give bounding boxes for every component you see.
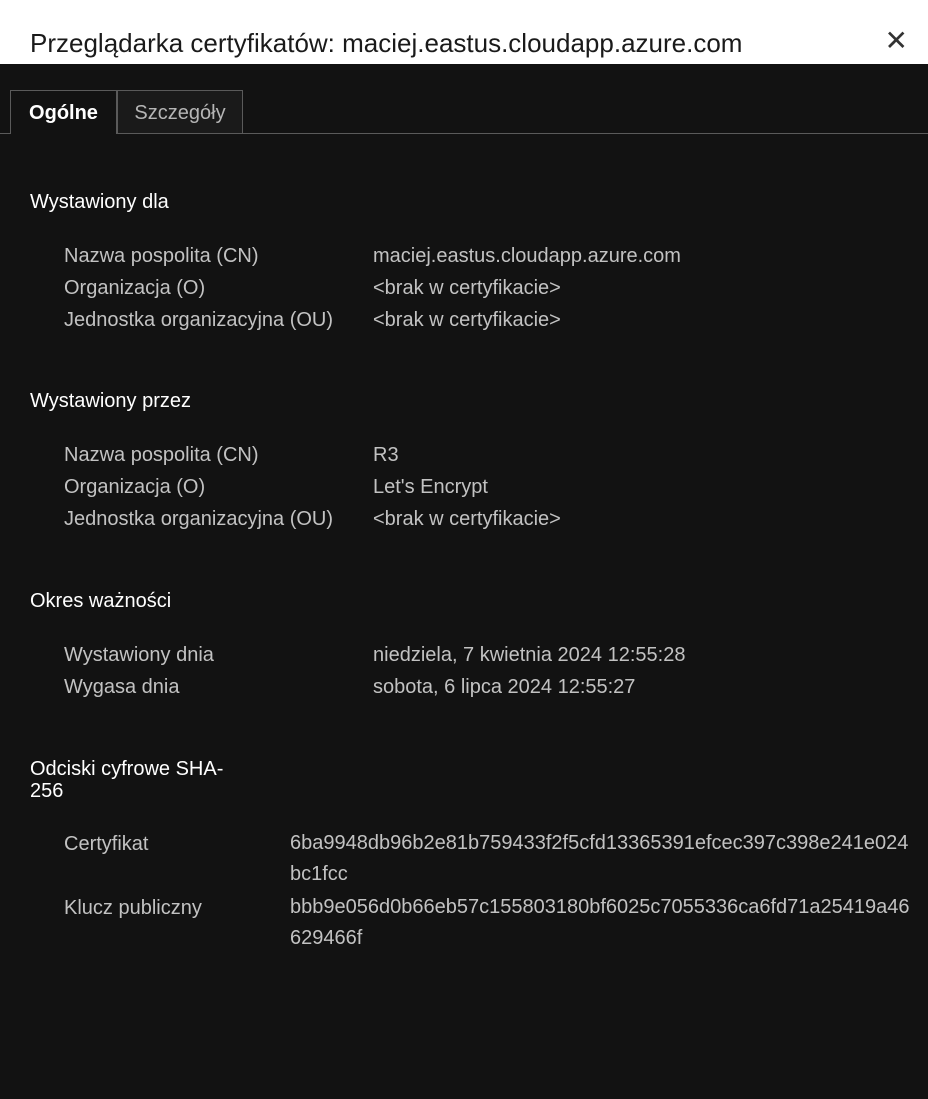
- field-label: Certyfikat: [64, 833, 149, 855]
- field-value: <brak w certyfikacie>: [373, 309, 561, 331]
- tab-general[interactable]: Ogólne: [10, 90, 117, 134]
- validity-heading: Okres ważności: [30, 590, 172, 612]
- issued-to-heading: Wystawiony dla: [30, 191, 169, 213]
- field-label: Jednostka organizacyjna (OU): [64, 309, 334, 331]
- tab-bar: Ogólne Szczegóły: [0, 90, 928, 134]
- heading-line: Odciski cyfrowe SHA-: [30, 758, 224, 780]
- field-label: Jednostka organizacyjna (OU): [64, 508, 334, 530]
- field-label: Wystawiony dnia: [64, 644, 214, 666]
- field-label: Wygasa dnia: [64, 676, 180, 698]
- field-value: Let's Encrypt: [373, 476, 488, 498]
- close-icon[interactable]: ✕: [885, 26, 908, 56]
- field-value: maciej.eastus.cloudapp.azure.com: [373, 245, 681, 267]
- field-value: R3: [373, 444, 399, 466]
- field-value: sobota, 6 lipca 2024 12:55:27: [373, 676, 636, 698]
- field-label: Nazwa pospolita (CN): [64, 444, 259, 466]
- heading-line: 256: [30, 780, 64, 802]
- field-label: Organizacja (O): [64, 277, 206, 299]
- field-label: Organizacja (O): [64, 476, 206, 498]
- title-bar: Przeglądarka certyfikatów: maciej.eastus…: [0, 0, 928, 64]
- issued-by-heading: Wystawiony przez: [30, 390, 191, 412]
- field-value: niedziela, 7 kwietnia 2024 12:55:28: [373, 644, 686, 666]
- field-value: <brak w certyfikacie>: [373, 277, 561, 299]
- fingerprints-heading: Odciski cyfrowe SHA- 256: [30, 758, 223, 802]
- fingerprint-value: 6ba9948db96b2e81b759433f2f5cfd13365391ef…: [290, 832, 909, 885]
- field-label: Nazwa pospolita (CN): [64, 245, 259, 267]
- tab-details[interactable]: Szczegóły: [117, 90, 243, 133]
- field-label: Klucz publiczny: [64, 897, 202, 919]
- dialog-title: Przeglądarka certyfikatów: maciej.eastus…: [30, 28, 743, 58]
- field-value: <brak w certyfikacie>: [373, 508, 561, 530]
- fingerprint-value: bbb9e056d0b66eb57c155803180bf6025c705533…: [290, 896, 910, 949]
